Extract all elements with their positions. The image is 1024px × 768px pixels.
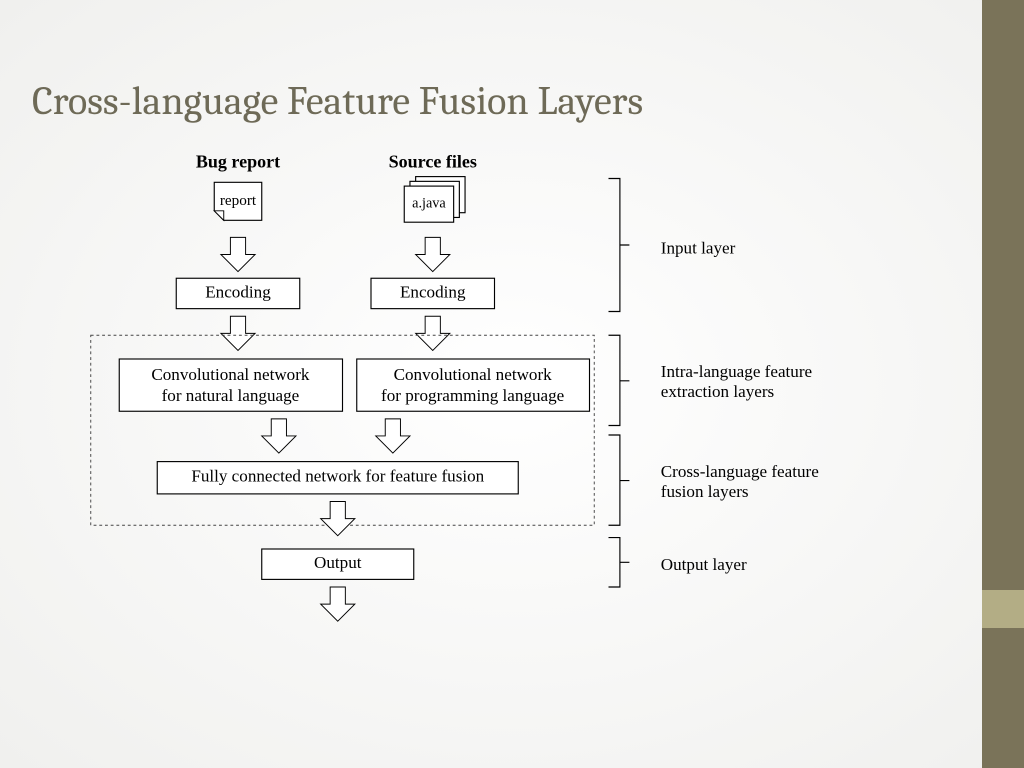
encoding-left-label: Encoding bbox=[205, 282, 271, 301]
bracket-cross-l2: fusion layers bbox=[661, 482, 749, 501]
output-label: Output bbox=[314, 553, 362, 572]
arrow-down-icon bbox=[262, 419, 296, 453]
arrow-down-icon bbox=[416, 237, 450, 271]
architecture-diagram: Bug report Source files report a.java En… bbox=[60, 150, 910, 720]
bug-report-header: Bug report bbox=[196, 151, 280, 171]
arrow-down-icon bbox=[321, 502, 355, 536]
slide-title: Cross-language Feature Fusion Layers bbox=[32, 78, 643, 124]
report-doc-label: report bbox=[220, 192, 257, 209]
source-doc-label: a.java bbox=[412, 195, 446, 211]
bracket-icon bbox=[609, 538, 630, 587]
bracket-intra-l2: extraction layers bbox=[661, 382, 775, 401]
arrow-down-icon bbox=[321, 587, 355, 621]
conv-pl-l2: for programming language bbox=[381, 386, 564, 405]
source-files-header: Source files bbox=[389, 151, 477, 171]
bracket-intra-l1: Intra-language feature bbox=[661, 362, 812, 381]
bracket-icon bbox=[609, 179, 630, 312]
bracket-cross-l1: Cross-language feature bbox=[661, 462, 819, 481]
bracket-icon bbox=[609, 435, 630, 525]
bracket-input-label: Input layer bbox=[661, 239, 736, 258]
side-stripe bbox=[982, 0, 1024, 768]
conv-pl-l1: Convolutional network bbox=[394, 365, 553, 384]
arrow-down-icon bbox=[376, 419, 410, 453]
arrow-down-icon bbox=[221, 237, 255, 271]
bracket-icon bbox=[609, 335, 630, 425]
conv-nl-l2: for natural language bbox=[162, 386, 300, 405]
conv-nl-l1: Convolutional network bbox=[151, 365, 310, 384]
arrow-down-icon bbox=[221, 316, 255, 350]
bracket-output-label: Output layer bbox=[661, 555, 747, 574]
fusion-label: Fully connected network for feature fusi… bbox=[191, 467, 484, 486]
side-accent bbox=[982, 590, 1024, 628]
encoding-right-label: Encoding bbox=[400, 282, 466, 301]
arrow-down-icon bbox=[416, 316, 450, 350]
